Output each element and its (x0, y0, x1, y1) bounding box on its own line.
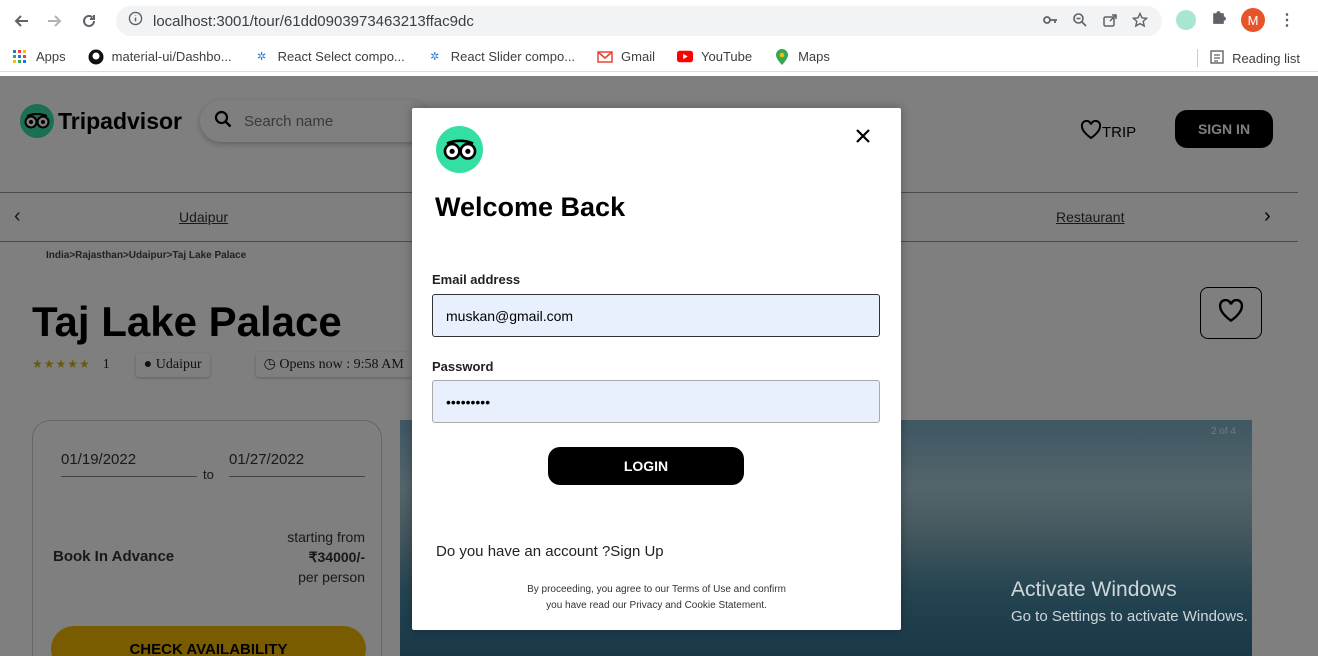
star-icon[interactable] (1131, 11, 1149, 32)
email-field[interactable] (432, 294, 880, 337)
react-icon: ✲ (256, 51, 267, 63)
gmail-icon (597, 49, 613, 65)
terms-line: By proceeding, you agree to our Terms of… (527, 584, 786, 595)
close-icon[interactable] (854, 124, 872, 152)
bookmark-react-slider[interactable]: ✲ React Slider compo... (427, 49, 575, 65)
bookmark-label: Apps (36, 49, 66, 64)
reading-list[interactable]: Reading list (1197, 49, 1300, 67)
modal-title: Welcome Back (435, 192, 626, 222)
terms-line: you have read our Privacy and Cookie Sta… (546, 600, 767, 611)
owl-icon (436, 126, 483, 173)
bookmark-label: React Select compo... (277, 49, 405, 64)
github-icon (88, 49, 104, 65)
bookmark-youtube[interactable]: YouTube (677, 49, 752, 65)
bookmark-apps[interactable]: Apps (12, 49, 66, 65)
forward-icon[interactable] (38, 4, 72, 38)
watermark-title: Activate Windows (1011, 578, 1177, 601)
react-icon: ✲ (430, 51, 440, 63)
login-modal: Welcome Back Email address Password LOGI… (412, 108, 901, 630)
password-label: Password (432, 359, 494, 374)
terms-text: By proceeding, you agree to our Terms of… (412, 582, 901, 614)
reading-list-icon (1210, 49, 1224, 67)
extension-icon[interactable] (1176, 10, 1196, 30)
password-field[interactable] (432, 380, 880, 423)
bookmark-label: Gmail (621, 49, 655, 64)
maps-icon (774, 48, 790, 65)
puzzle-icon[interactable] (1210, 9, 1227, 31)
url-text[interactable]: localhost:3001/tour/61dd0903973463213ffa… (153, 13, 474, 30)
watermark-subtitle: Go to Settings to activate Windows. (1011, 608, 1248, 625)
back-icon[interactable] (4, 4, 38, 38)
bookmark-label: Maps (798, 49, 830, 64)
bookmark-label: material-ui/Dashbo... (111, 49, 232, 64)
key-icon[interactable] (1042, 12, 1058, 32)
signup-link[interactable]: Do you have an account ?Sign Up (436, 543, 664, 560)
apps-grid-icon (12, 49, 28, 65)
bookmark-material-ui[interactable]: material-ui/Dashbo... (88, 49, 232, 65)
bookmarks-bar: Apps material-ui/Dashbo... ✲ React Selec… (0, 42, 1318, 72)
profile-avatar[interactable]: M (1241, 8, 1265, 32)
menu-icon[interactable]: ⋮ (1279, 10, 1295, 30)
windows-watermark: Activate Windows Go to Settings to activ… (1011, 578, 1248, 625)
youtube-icon (677, 49, 693, 65)
address-bar[interactable]: localhost:3001/tour/61dd0903973463213ffa… (116, 6, 1162, 36)
reading-list-label: Reading list (1232, 50, 1300, 66)
bookmark-label: React Slider compo... (450, 49, 576, 64)
bookmark-react-select[interactable]: ✲ React Select compo... (254, 49, 405, 65)
bookmark-gmail[interactable]: Gmail (597, 49, 655, 65)
bookmark-maps[interactable]: Maps (774, 48, 830, 65)
email-label: Email address (432, 272, 521, 287)
divider (1197, 49, 1199, 67)
bookmark-label: YouTube (701, 49, 753, 64)
zoom-icon[interactable] (1072, 12, 1088, 32)
info-icon[interactable] (128, 11, 143, 31)
reload-icon[interactable] (72, 4, 106, 38)
login-button[interactable]: LOGIN (548, 447, 744, 485)
share-icon[interactable] (1102, 12, 1118, 32)
